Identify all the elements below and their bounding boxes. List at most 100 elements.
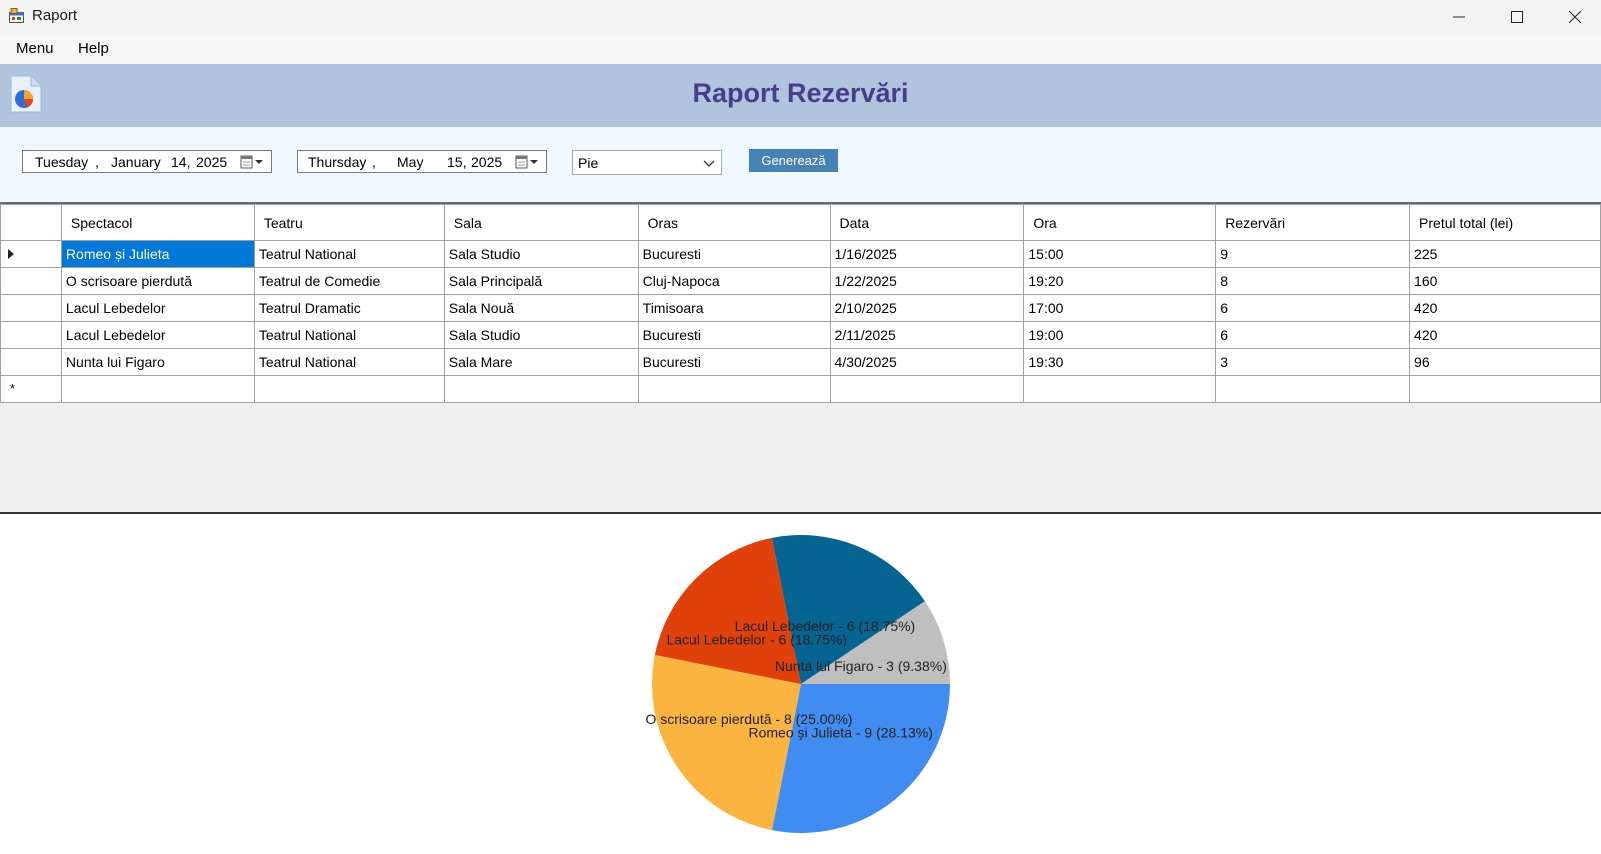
table-cell[interactable] xyxy=(1023,375,1217,403)
table-cell[interactable]: Romeo și Julieta xyxy=(60,240,255,268)
table-cell[interactable]: 1/16/2025 xyxy=(829,240,1025,268)
row-header[interactable]: * xyxy=(0,375,62,403)
row-header[interactable] xyxy=(0,321,62,349)
end-month[interactable]: May xyxy=(397,154,423,170)
date-separator: , xyxy=(372,154,376,170)
calendar-dropdown-icon[interactable] xyxy=(240,154,266,170)
table-row[interactable]: O scrisoare pierdută Teatrul de Comedie … xyxy=(0,267,1601,295)
table-cell[interactable]: Bucuresti xyxy=(637,240,831,268)
table-cell[interactable] xyxy=(1215,375,1411,403)
table-cell[interactable]: 420 xyxy=(1409,321,1601,349)
table-cell[interactable]: Lacul Lebedelor xyxy=(60,294,255,322)
table-cell[interactable]: 6 xyxy=(1215,294,1411,322)
start-date-picker[interactable]: Tuesday , January 14, 2025 xyxy=(22,150,272,173)
table-cell[interactable]: Lacul Lebedelor xyxy=(60,321,255,349)
table-cell[interactable] xyxy=(637,375,831,403)
row-header[interactable] xyxy=(0,348,62,376)
column-header[interactable]: Rezervări xyxy=(1215,204,1411,241)
table-cell[interactable] xyxy=(829,375,1025,403)
table-cell[interactable]: Cluj-Napoca xyxy=(637,267,831,295)
table-cell[interactable]: 6 xyxy=(1215,321,1411,349)
start-year[interactable]: 2025 xyxy=(196,154,227,170)
current-row-icon xyxy=(8,249,14,259)
pie-slice xyxy=(771,684,950,833)
column-header[interactable]: Sala xyxy=(443,204,639,241)
table-row[interactable]: Lacul Lebedelor Teatrul National Sala St… xyxy=(0,321,1601,349)
table-cell[interactable]: 8 xyxy=(1215,267,1411,295)
minimize-icon xyxy=(1453,16,1465,17)
pie-chart: Romeo și Julieta - 9 (28.13%)O scrisoare… xyxy=(645,535,950,833)
column-header[interactable]: Pretul total (lei) xyxy=(1409,204,1601,241)
menu-item-help[interactable]: Help xyxy=(74,40,113,57)
table-cell[interactable]: Teatrul National xyxy=(253,348,445,376)
pie-slice-label: Nunta lui Figaro - 3 (9.38%) xyxy=(775,658,947,674)
table-cell[interactable]: O scrisoare pierdută xyxy=(60,267,255,295)
menu-item-menu[interactable]: Menu xyxy=(12,40,58,57)
table-cell[interactable]: 2/11/2025 xyxy=(829,321,1025,349)
end-date-picker[interactable]: Thursday , May 15, 2025 xyxy=(297,150,547,173)
table-cell[interactable]: Timisoara xyxy=(637,294,831,322)
table-cell[interactable]: 225 xyxy=(1409,240,1601,268)
report-header: Raport Rezervări xyxy=(0,64,1601,127)
table-cell[interactable]: Teatrul de Comedie xyxy=(253,267,445,295)
end-day[interactable]: 15, xyxy=(447,154,466,170)
table-cell[interactable]: 160 xyxy=(1409,267,1601,295)
maximize-button[interactable] xyxy=(1488,0,1546,33)
start-weekday[interactable]: Tuesday xyxy=(35,154,88,170)
calendar-dropdown-icon[interactable] xyxy=(515,154,541,170)
table-cell[interactable]: 19:20 xyxy=(1023,267,1217,295)
table-cell[interactable]: 19:30 xyxy=(1023,348,1217,376)
table-cell[interactable]: Bucuresti xyxy=(637,321,831,349)
new-row[interactable]: * xyxy=(0,375,1601,403)
menu-bar: Menu Help xyxy=(0,33,1601,64)
generate-button[interactable]: Generează xyxy=(749,149,838,172)
table-cell[interactable]: Teatrul Dramatic xyxy=(253,294,445,322)
start-month[interactable]: January xyxy=(111,154,161,170)
table-cell[interactable]: Sala Nouă xyxy=(443,294,639,322)
table-cell[interactable]: Sala Studio xyxy=(443,321,639,349)
column-header[interactable]: Ora xyxy=(1023,204,1217,241)
start-day[interactable]: 14, xyxy=(171,154,190,170)
table-cell[interactable]: 19:00 xyxy=(1023,321,1217,349)
table-row[interactable]: Romeo și Julieta Teatrul National Sala S… xyxy=(0,240,1601,268)
table-cell[interactable]: 2/10/2025 xyxy=(829,294,1025,322)
table-row[interactable]: Lacul Lebedelor Teatrul Dramatic Sala No… xyxy=(0,294,1601,322)
column-header[interactable]: Data xyxy=(829,204,1025,241)
chart-type-select[interactable]: Pie xyxy=(572,150,722,175)
table-cell[interactable]: 96 xyxy=(1409,348,1601,376)
chevron-down-icon xyxy=(703,160,715,167)
date-separator: , xyxy=(95,154,99,170)
table-cell[interactable]: 420 xyxy=(1409,294,1601,322)
table-cell[interactable]: Teatrul National xyxy=(253,240,445,268)
table-row[interactable]: Nunta lui Figaro Teatrul National Sala M… xyxy=(0,348,1601,376)
table-cell[interactable]: 17:00 xyxy=(1023,294,1217,322)
row-header[interactable] xyxy=(0,240,62,268)
end-year[interactable]: 2025 xyxy=(471,154,502,170)
table-cell[interactable]: 3 xyxy=(1215,348,1411,376)
filter-bar: Tuesday , January 14, 2025 Thursday , Ma… xyxy=(0,127,1601,202)
table-cell[interactable]: Sala Principală xyxy=(443,267,639,295)
reservations-table: Spectacol Teatru Sala Oras Data Ora Reze… xyxy=(0,204,1601,403)
table-cell[interactable] xyxy=(60,375,255,403)
table-cell[interactable] xyxy=(443,375,639,403)
minimize-button[interactable] xyxy=(1430,0,1488,33)
table-cell[interactable]: 9 xyxy=(1215,240,1411,268)
row-header[interactable] xyxy=(0,267,62,295)
data-grid[interactable]: Spectacol Teatru Sala Oras Data Ora Reze… xyxy=(0,202,1601,512)
column-header[interactable]: Oras xyxy=(637,204,831,241)
column-header[interactable]: Teatru xyxy=(253,204,445,241)
table-cell[interactable]: Sala Studio xyxy=(443,240,639,268)
close-button[interactable] xyxy=(1546,0,1601,33)
end-weekday[interactable]: Thursday xyxy=(308,154,366,170)
table-cell[interactable] xyxy=(253,375,445,403)
table-cell[interactable]: Teatrul National xyxy=(253,321,445,349)
table-cell[interactable]: Sala Mare xyxy=(443,348,639,376)
row-header[interactable] xyxy=(0,294,62,322)
table-cell[interactable]: Nunta lui Figaro xyxy=(60,348,255,376)
table-cell[interactable]: 4/30/2025 xyxy=(829,348,1025,376)
table-cell[interactable] xyxy=(1409,375,1601,403)
table-cell[interactable]: Bucuresti xyxy=(637,348,831,376)
table-cell[interactable]: 1/22/2025 xyxy=(829,267,1025,295)
column-header[interactable]: Spectacol xyxy=(60,204,255,241)
table-cell[interactable]: 15:00 xyxy=(1023,240,1217,268)
